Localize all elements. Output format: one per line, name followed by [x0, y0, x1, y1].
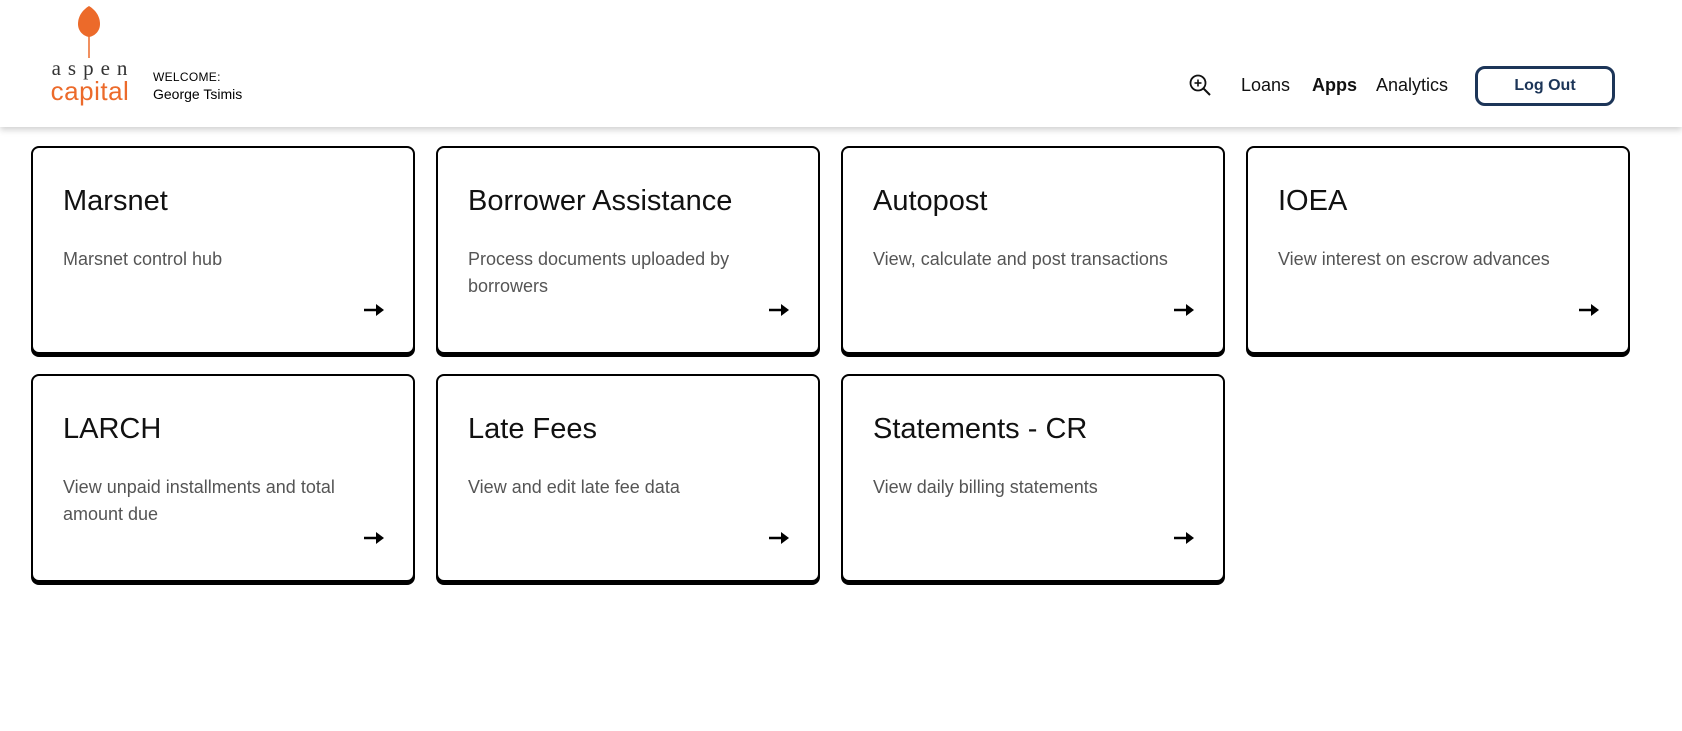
arrow-right-icon: [1174, 532, 1194, 544]
logout-button[interactable]: Log Out: [1475, 66, 1615, 106]
logo-wordmark-bottom: capital: [50, 76, 130, 106]
leaf-icon: [78, 6, 100, 58]
app-card-title: Autopost: [873, 185, 988, 217]
app-card-title: LARCH: [63, 413, 162, 445]
app-card-title: Marsnet: [63, 185, 168, 217]
app-card-description: View and edit late fee data: [468, 477, 680, 497]
zoom-in-icon[interactable]: [1188, 73, 1212, 97]
app-card-description: View, calculate and post transactions: [873, 249, 1168, 269]
arrow-right-icon: [1579, 304, 1599, 316]
nav-link-apps[interactable]: Apps: [1312, 74, 1357, 96]
app-card-title: Late Fees: [468, 413, 597, 445]
user-name: George Tsimis: [153, 86, 243, 102]
app-card-title: Borrower Assistance: [468, 185, 733, 217]
app-card-borrower-assistance[interactable]: Borrower Assistance Process documents up…: [436, 146, 820, 354]
app-card-description: View unpaid installments and total amoun…: [63, 477, 335, 524]
app-card-autopost[interactable]: Autopost View, calculate and post transa…: [841, 146, 1225, 354]
app-card-title: IOEA: [1278, 185, 1348, 217]
app-card-larch[interactable]: LARCH View unpaid installments and total…: [31, 374, 415, 582]
app-card-description: Marsnet control hub: [63, 249, 223, 269]
nav-link-analytics[interactable]: Analytics: [1376, 74, 1448, 96]
app-card-statements-cr[interactable]: Statements - CR View daily billing state…: [841, 374, 1225, 582]
arrow-right-icon: [364, 304, 384, 316]
app-card-description: Process documents uploaded by borrowers: [468, 249, 730, 296]
aspen-capital-logo[interactable]: aspen capital: [44, 5, 136, 108]
arrow-right-icon: [1174, 304, 1194, 316]
welcome-label: WELCOME:: [153, 70, 221, 84]
app-card-late-fees[interactable]: Late Fees View and edit late fee data: [436, 374, 820, 582]
app-card-description: View interest on escrow advances: [1278, 249, 1550, 269]
app-card-ioea[interactable]: IOEA View interest on escrow advances: [1246, 146, 1630, 354]
app-card-title: Statements - CR: [873, 413, 1088, 445]
arrow-right-icon: [769, 304, 789, 316]
nav-link-loans[interactable]: Loans: [1241, 74, 1290, 96]
app-card-description: View daily billing statements: [873, 477, 1098, 497]
top-header: aspen capital WELCOME: George Tsimis Loa…: [0, 0, 1682, 127]
arrow-right-icon: [769, 532, 789, 544]
app-card-marsnet[interactable]: Marsnet Marsnet control hub: [31, 146, 415, 354]
arrow-right-icon: [364, 532, 384, 544]
